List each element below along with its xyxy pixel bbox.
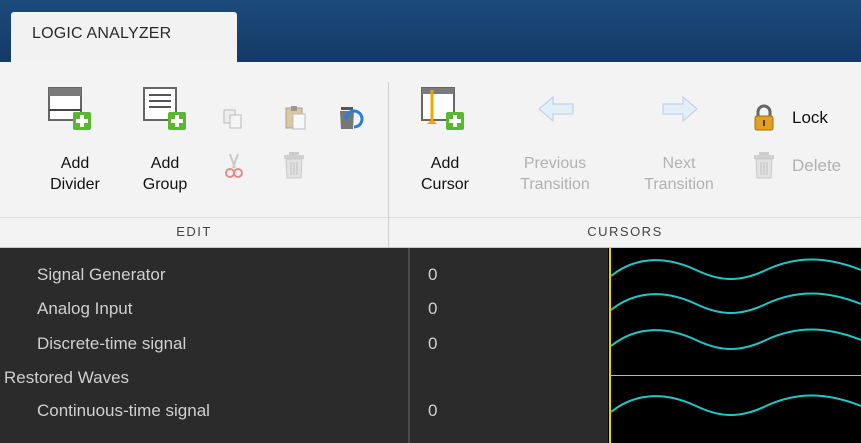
add-cursor-icon <box>421 87 464 130</box>
waveform-analog-input <box>611 292 861 314</box>
trash-icon <box>754 152 774 179</box>
group-divider-line <box>611 375 861 376</box>
waveform-discrete-time <box>611 328 861 350</box>
lock-button[interactable]: Lock <box>752 104 852 132</box>
lock-icon <box>754 104 774 131</box>
arrow-left-icon <box>538 95 574 123</box>
add-cursor-label-1: Add <box>430 155 460 172</box>
add-cursor-label-2: Cursor <box>420 176 469 193</box>
copy-icon[interactable] <box>222 108 244 130</box>
signal-name-row[interactable]: Discrete-time signal <box>37 334 186 354</box>
undo-trash-icon[interactable] <box>334 103 364 133</box>
signal-name-row[interactable]: Continuous-time signal <box>37 401 210 421</box>
add-group-label-1: Add <box>150 155 180 172</box>
signal-value: 0 <box>428 401 438 420</box>
tab-label: LOGIC ANALYZER <box>32 25 172 42</box>
add-divider-label-2: Divider <box>50 176 100 193</box>
signal-value: 0 <box>428 334 438 353</box>
signal-value: 0 <box>428 299 438 318</box>
cursor-line[interactable] <box>609 248 611 443</box>
signal-name-row[interactable]: Analog Input <box>37 299 132 319</box>
section-label-cursors: CURSORS <box>587 224 663 239</box>
waveform-continuous-time <box>611 394 861 416</box>
delete-label: Delete <box>792 156 842 175</box>
add-group-button[interactable]: Add Group <box>128 82 202 202</box>
add-cursor-button[interactable]: Add Cursor <box>408 82 482 202</box>
section-label-divider <box>0 217 861 218</box>
tab-logic-analyzer[interactable]: LOGIC ANALYZER <box>11 12 237 62</box>
add-divider-button[interactable]: Add Divider <box>38 82 112 202</box>
signal-name-row[interactable]: Signal Generator <box>37 265 166 285</box>
previous-transition-label-2: Transition <box>520 176 590 193</box>
arrow-right-icon <box>662 95 698 123</box>
add-divider-icon <box>48 87 91 130</box>
group-name-row[interactable]: Restored Waves <box>4 368 129 388</box>
delete-cursor-button[interactable]: Delete <box>750 150 858 180</box>
trash-icon[interactable] <box>280 150 308 180</box>
add-group-label-2: Group <box>142 176 188 193</box>
next-transition-button[interactable]: Next Transition <box>627 82 731 202</box>
next-transition-label-2: Transition <box>644 176 714 193</box>
paste-icon[interactable] <box>283 104 309 132</box>
signal-values-column <box>410 248 608 443</box>
add-group-icon <box>143 87 186 130</box>
previous-transition-button[interactable]: Previous Transition <box>505 82 605 202</box>
lock-label: Lock <box>792 108 828 127</box>
waveform-signal-generator <box>611 258 861 280</box>
signal-value: 0 <box>428 265 438 284</box>
cut-icon[interactable] <box>222 152 246 180</box>
next-transition-label-1: Next <box>662 155 696 172</box>
add-divider-label-1: Add <box>60 155 90 172</box>
section-label-edit: EDIT <box>176 224 212 239</box>
previous-transition-label-1: Previous <box>523 155 587 172</box>
